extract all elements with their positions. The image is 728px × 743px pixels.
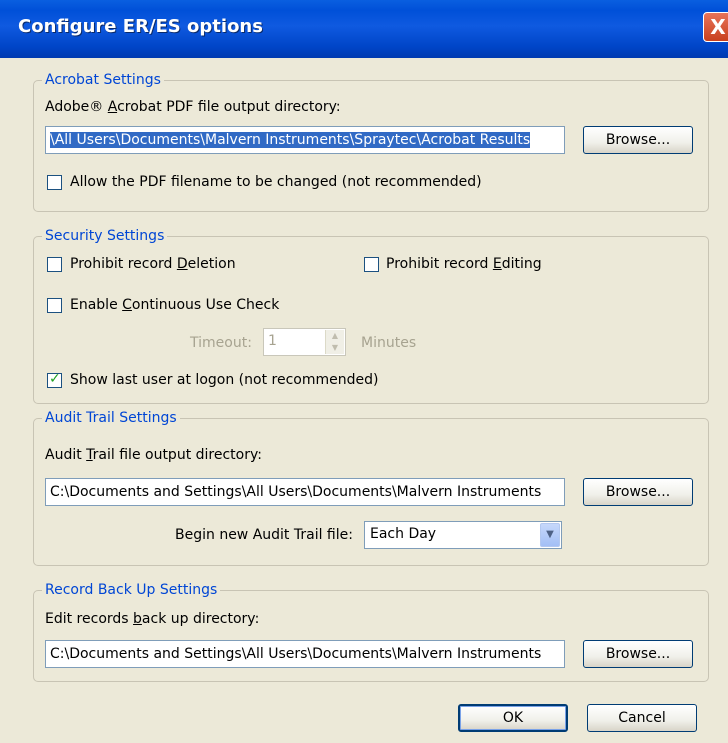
audit-browse-button[interactable]: Browse... bbox=[583, 478, 693, 506]
prohibit-editing-checkbox[interactable] bbox=[364, 257, 379, 272]
acrobat-settings-legend: Acrobat Settings bbox=[42, 72, 164, 88]
timeout-stepper-arrows[interactable]: ▲ ▼ bbox=[325, 330, 344, 354]
backup-dir-input[interactable]: C:\Documents and Settings\All Users\Docu… bbox=[45, 640, 565, 668]
close-icon[interactable]: X bbox=[703, 12, 728, 42]
timeout-stepper[interactable]: 1 ▲ ▼ bbox=[263, 328, 346, 356]
security-settings-legend: Security Settings bbox=[42, 228, 168, 244]
timeout-label: Timeout: bbox=[190, 335, 252, 351]
chevron-down-icon[interactable]: ▼ bbox=[540, 523, 560, 547]
audit-dir-label: Audit Trail file output directory: bbox=[45, 447, 262, 463]
ok-button[interactable]: OK bbox=[458, 704, 568, 732]
begin-audit-label: Begin new Audit Trail file: bbox=[175, 527, 353, 543]
show-last-user-label: Show last user at logon (not recommended… bbox=[70, 372, 379, 388]
show-last-user-checkbox[interactable] bbox=[47, 371, 62, 388]
chevron-down-icon[interactable]: ▼ bbox=[326, 342, 344, 354]
acrobat-dir-input[interactable]: \All Users\Documents\Malvern Instruments… bbox=[45, 126, 565, 154]
prohibit-deletion-label: Prohibit record Deletion bbox=[70, 256, 236, 272]
begin-audit-select[interactable]: Each Day ▼ bbox=[364, 521, 562, 549]
backup-browse-button[interactable]: Browse... bbox=[583, 640, 693, 668]
continuous-use-checkbox[interactable] bbox=[47, 298, 62, 313]
continuous-use-label: Enable Continuous Use Check bbox=[70, 297, 280, 313]
audit-trail-settings-legend: Audit Trail Settings bbox=[42, 410, 180, 426]
timeout-unit-label: Minutes bbox=[361, 335, 417, 351]
audit-dir-input[interactable]: C:\Documents and Settings\All Users\Docu… bbox=[45, 478, 565, 506]
backup-settings-legend: Record Back Up Settings bbox=[42, 582, 221, 598]
timeout-value: 1 bbox=[268, 333, 277, 349]
begin-audit-value: Each Day bbox=[370, 526, 437, 542]
backup-settings-group bbox=[33, 590, 709, 682]
title-bar: Configure ER/ES options X bbox=[0, 0, 728, 58]
allow-rename-checkbox[interactable] bbox=[47, 175, 62, 190]
backup-dir-label: Edit records back up directory: bbox=[45, 611, 260, 627]
acrobat-browse-button[interactable]: Browse... bbox=[583, 126, 693, 154]
window-title: Configure ER/ES options bbox=[18, 16, 263, 37]
acrobat-dir-label: Adobe® Acrobat PDF file output directory… bbox=[45, 99, 341, 115]
chevron-up-icon[interactable]: ▲ bbox=[326, 330, 344, 342]
cancel-button[interactable]: Cancel bbox=[587, 704, 697, 732]
prohibit-deletion-checkbox[interactable] bbox=[47, 257, 62, 272]
prohibit-editing-label: Prohibit record Editing bbox=[386, 256, 542, 272]
allow-rename-label: Allow the PDF filename to be changed (no… bbox=[70, 174, 482, 190]
